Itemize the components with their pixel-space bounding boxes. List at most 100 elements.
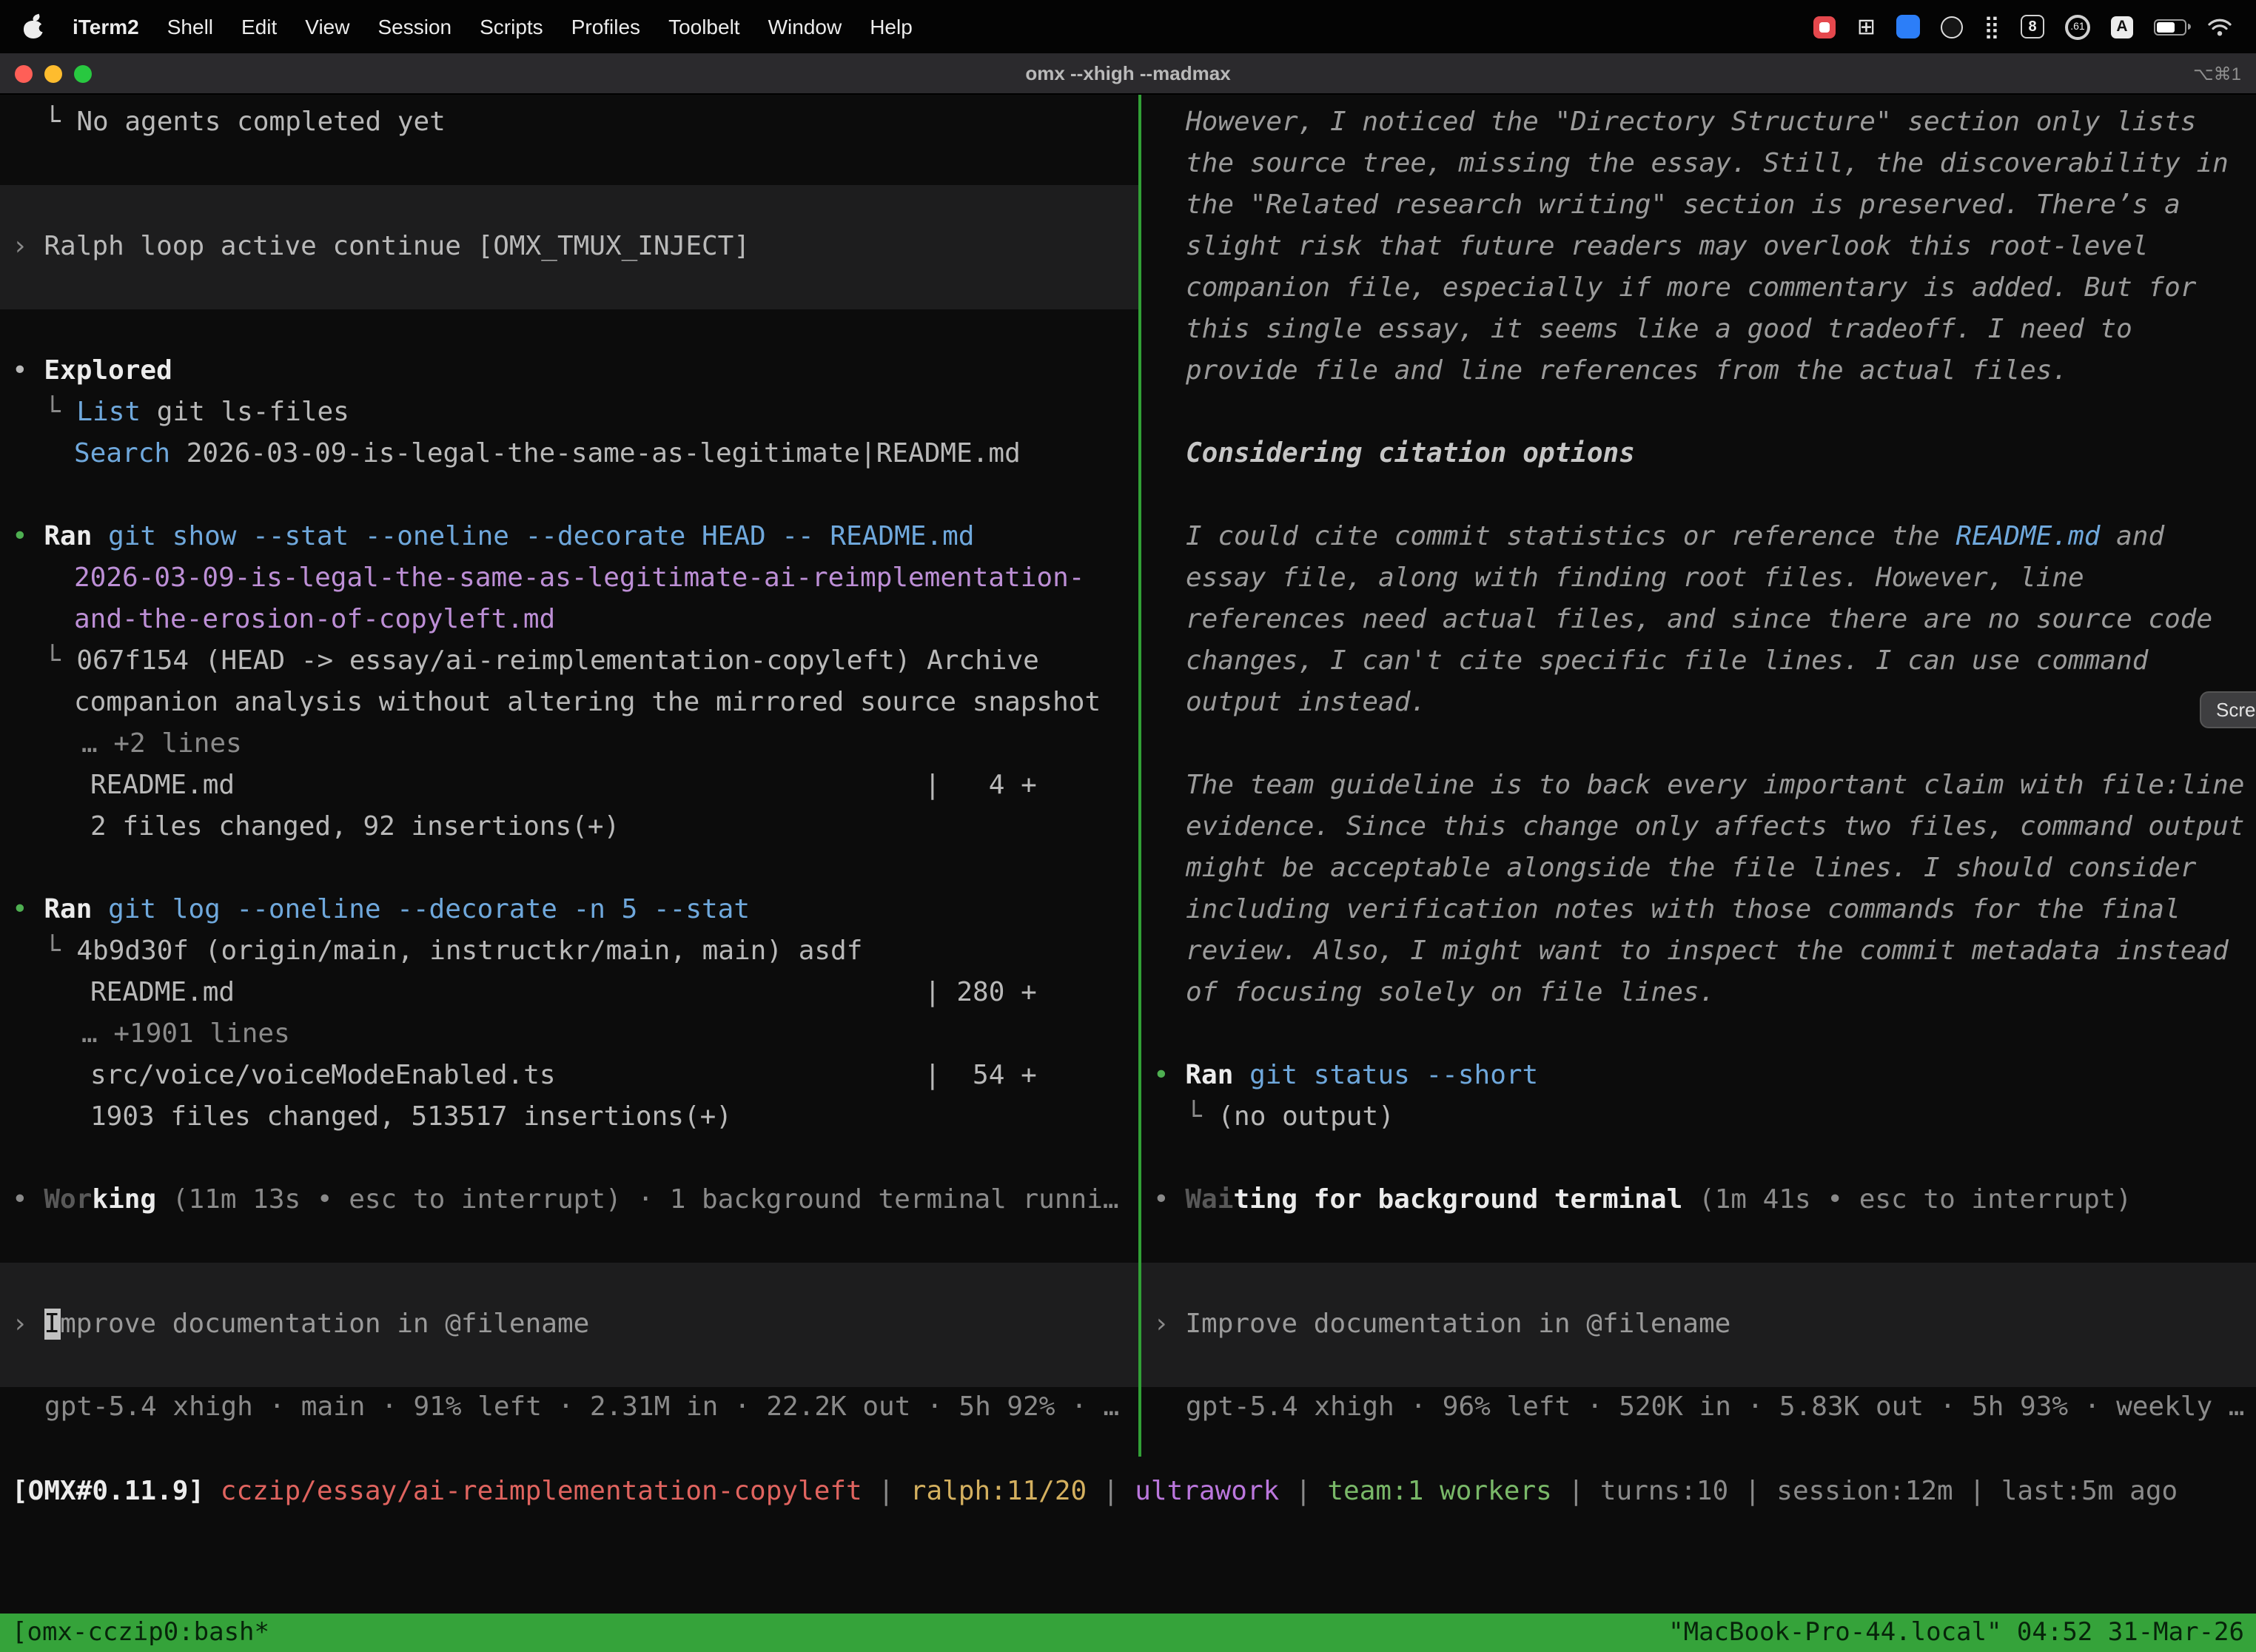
macos-menu-bar: iTerm2 Shell Edit View Session Scripts P… (0, 0, 2256, 53)
menu-item-edit[interactable]: Edit (241, 15, 277, 38)
spacer (1141, 724, 2256, 765)
bullet: • (1153, 1060, 1185, 1091)
stat-meta: | 54 + (924, 1060, 1037, 1091)
commit-text: companion analysis without altering the … (74, 687, 1101, 718)
reasoning-line: might be acceptable alongside the file l… (1141, 848, 2256, 890)
ralph-inject-banner: › Ralph loop active continue [OMX_TMUX_I… (0, 185, 1138, 309)
git-status-output: └ (no output) (1141, 1097, 2256, 1138)
prompt-placeholder: Improve documentation in @filename (1185, 1309, 1730, 1340)
text-cursor: I (44, 1309, 60, 1340)
reasoning-line: the "Related research writing" section i… (1141, 185, 2256, 226)
output-text: (no output) (1218, 1101, 1394, 1132)
screen-notification[interactable]: Scre (2200, 691, 2256, 728)
tmux-session-window: [omx-cczip0:bash* (12, 1618, 269, 1648)
menu-item-shell[interactable]: Shell (167, 15, 213, 38)
terminal-split: └ No agents completed yet › Ralph loop a… (0, 95, 2256, 1457)
blue-app-icon[interactable] (1896, 15, 1920, 38)
ran-verb: Ran (1185, 1060, 1233, 1091)
summary-text: 2 files changed, 92 insertions(+) (90, 811, 620, 842)
agents-history-line: └ No agents completed yet (0, 102, 1138, 144)
menu-item-scripts[interactable]: Scripts (480, 15, 543, 38)
circle-app-icon[interactable] (1941, 16, 1963, 38)
omx-turns: turns:10 (1600, 1476, 1728, 1507)
reasoning-line: However, I noticed the "Directory Struct… (1141, 102, 2256, 144)
left-terminal-pane[interactable]: └ No agents completed yet › Ralph loop a… (0, 95, 1141, 1457)
model-status-line: gpt-5.4 xhigh · 96% left · 520K in · 5.8… (1141, 1387, 2256, 1428)
close-button[interactable] (15, 64, 33, 82)
window-title-bar[interactable]: omx --xhigh --madmax ⌥⌘1 (0, 53, 2256, 95)
git-status-header: • Ran git status --short (1141, 1055, 2256, 1097)
menu-item-app[interactable]: iTerm2 (73, 15, 139, 38)
model-status-text: gpt-5.4 xhigh · 96% left · 520K in · 5.8… (1186, 1391, 2245, 1423)
reasoning-text: essay file, along with finding root file… (1186, 563, 2084, 594)
reasoning-text: provide file and line references from th… (1186, 355, 2068, 386)
minimize-button[interactable] (44, 64, 62, 82)
agents-history-text: └ No agents completed yet (44, 107, 446, 138)
tool-args: 2026-03-09-is-legal-the-same-as-legitima… (170, 438, 1021, 469)
key-8-icon[interactable]: 8 (2021, 15, 2044, 38)
prompt-input-box[interactable]: › Improve documentation in @filename (1141, 1263, 2256, 1387)
git-log-summary: 1903 files changed, 513517 insertions(+) (0, 1097, 1138, 1138)
prompt-chevron: › (1153, 1309, 1185, 1340)
screen-recording-icon[interactable] (1814, 16, 1836, 38)
menu-item-help[interactable]: Help (870, 15, 913, 38)
git-show-commit-1: └ 067f154 (HEAD -> essay/ai-reimplementa… (0, 641, 1138, 682)
tree-branch: └ (44, 936, 76, 967)
reasoning-line: review. Also, I might want to inspect th… (1141, 931, 2256, 973)
git-show-header: • Ran git show --stat --oneline --decora… (0, 517, 1138, 558)
reasoning-text: review. Also, I might want to inspect th… (1186, 936, 2229, 967)
reasoning-line: slight risk that future readers may over… (1141, 226, 2256, 268)
gauge-61-icon[interactable]: .61 (2065, 14, 2090, 39)
ran-verb: Ran (44, 894, 92, 925)
reasoning-text: the "Related research writing" section i… (1186, 189, 2181, 221)
prompt-input-line[interactable]: › Improve documentation in @filename (0, 1304, 589, 1346)
prompt-input-line[interactable]: › Improve documentation in @filename (1141, 1304, 1730, 1346)
heading-text: Considering citation options (1186, 438, 1635, 469)
git-show-commit-2: companion analysis without altering the … (0, 682, 1138, 724)
reasoning-text: The team guideline is to back every impo… (1186, 770, 2245, 801)
screen-recording-dot (1820, 21, 1830, 32)
reasoning-line: the source tree, missing the essay. Stil… (1141, 144, 2256, 185)
dots-grid-icon[interactable]: ⣿ (1984, 16, 2000, 38)
git-show-command: git show --stat --oneline --decorate HEA… (92, 521, 974, 552)
ralph-inject-line: › Ralph loop active continue [OMX_TMUX_I… (0, 226, 750, 268)
reasoning-line: companion file, especially if more comme… (1141, 268, 2256, 309)
reasoning-line: evidence. Since this change only affects… (1141, 807, 2256, 848)
omx-session: session:12m (1776, 1476, 1953, 1507)
stat-file: README.md (90, 973, 924, 1014)
battery-fill (2157, 21, 2175, 32)
tmux-host-clock: "MacBook-Pro-44.local" 04:52 31-Mar-26 (1668, 1618, 2244, 1648)
spacer (1141, 475, 2256, 517)
stat-file: src/voice/voiceModeEnabled.ts (90, 1055, 924, 1097)
bullet: • (1153, 1184, 1185, 1215)
input-source-icon[interactable]: A (2111, 16, 2133, 38)
wifi-icon[interactable] (2207, 17, 2232, 36)
reasoning-text: companion file, especially if more comme… (1186, 272, 2196, 303)
menu-item-profiles[interactable]: Profiles (571, 15, 640, 38)
omx-separator: | (1087, 1476, 1135, 1507)
waiting-shimmer-tail: ting for background terminal (1233, 1184, 1682, 1215)
menu-item-toolbelt[interactable]: Toolbelt (668, 15, 740, 38)
grid-app-icon[interactable]: ⊞ (1857, 16, 1876, 38)
reasoning-text: output instead. (1186, 687, 1426, 718)
apple-menu-icon[interactable] (24, 15, 44, 38)
prompt-input-box[interactable]: › Improve documentation in @filename (0, 1263, 1138, 1387)
reasoning-text: this single essay, it seems like a good … (1186, 314, 2132, 345)
zoom-button[interactable] (74, 64, 92, 82)
battery-icon[interactable] (2154, 19, 2186, 35)
right-terminal-pane[interactable]: However, I noticed the "Directory Struct… (1141, 95, 2256, 1457)
explored-list-line: └ List git ls-files (0, 392, 1138, 434)
reasoning-line: output instead. (1141, 682, 2256, 724)
menu-item-view[interactable]: View (305, 15, 349, 38)
git-log-commit: └ 4b9d30f (origin/main, instructkr/main,… (0, 931, 1138, 973)
git-log-command: git log --oneline --decorate -n 5 --stat (92, 894, 750, 925)
spacer (0, 144, 1138, 185)
reasoning-line: The team guideline is to back every impo… (1141, 765, 2256, 807)
menu-item-session[interactable]: Session (377, 15, 451, 38)
window-shortcut-hint: ⌥⌘1 (2193, 63, 2256, 84)
reasoning-heading: Considering citation options (1141, 434, 2256, 475)
menu-status-icons: ⊞ ⣿ 8 .61 A (1814, 14, 2232, 39)
omx-repo: cczip/essay/ai-reimplementation-copyleft (221, 1476, 862, 1507)
menu-item-window[interactable]: Window (768, 15, 842, 38)
working-detail: (11m 13s • esc to interrupt) · 1 backgro… (156, 1184, 1118, 1215)
